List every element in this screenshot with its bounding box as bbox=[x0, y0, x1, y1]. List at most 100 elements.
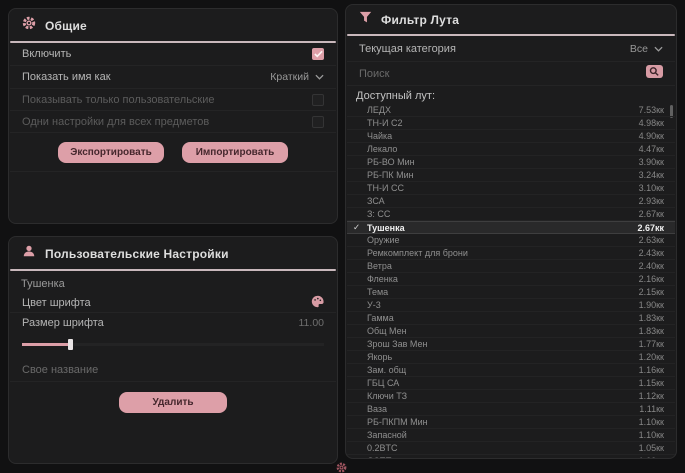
chevron-down-icon bbox=[654, 43, 663, 55]
loot-item-value: 2.63кк bbox=[639, 235, 664, 245]
loot-item-name: 0.2BTC bbox=[367, 443, 398, 453]
general-header: Общие bbox=[9, 9, 337, 41]
loot-item[interactable]: РБ-ВО Мин3.90кк bbox=[347, 156, 675, 169]
loot-item[interactable]: Ремкомплект для брони2.43кк bbox=[347, 247, 675, 260]
category-row: Текущая категория Все bbox=[347, 36, 675, 62]
loot-item-name: ОЗПТ bbox=[367, 456, 391, 459]
loot-item-value: 1.10кк bbox=[639, 417, 664, 427]
show-name-dropdown[interactable]: Краткий bbox=[270, 71, 324, 83]
panel-general: Общие Включить Показать имя как Краткий … bbox=[8, 8, 338, 224]
loot-item[interactable]: Зам. общ1.16кк bbox=[347, 364, 675, 377]
loot-item-name: Зам. общ bbox=[367, 365, 406, 375]
loot-item[interactable]: Общ Мен 1.83кк bbox=[347, 325, 675, 338]
loot-item-name: Якорь bbox=[367, 352, 392, 362]
slider-handle[interactable] bbox=[68, 339, 73, 350]
loot-item-value: 1.77кк bbox=[639, 339, 664, 349]
loot-item-value: 4.98кк bbox=[639, 118, 664, 128]
loot-item[interactable]: Фленка2.16кк bbox=[347, 273, 675, 286]
loot-item[interactable]: Ваза1.11кк bbox=[347, 403, 675, 416]
font-color-row: Цвет шрифта bbox=[10, 294, 336, 313]
font-size-row: Размер шрифта 11.00 bbox=[10, 313, 336, 332]
loot-item[interactable]: Лекало4.47кк bbox=[347, 143, 675, 156]
same-for-all-label: Одни настройки для всех предметов bbox=[22, 116, 209, 128]
loot-item-value: 4.90кк bbox=[639, 131, 664, 141]
loot-item-value: 1.83кк bbox=[639, 326, 664, 336]
loot-item-name: Ключи ТЗ bbox=[367, 391, 407, 401]
only-custom-checkbox[interactable] bbox=[312, 94, 324, 106]
loot-item[interactable]: З: СС 2.67кк bbox=[347, 208, 675, 221]
loot-item-name: З: СС bbox=[367, 209, 390, 219]
setting-row-only-custom: Показывать только пользовательские bbox=[10, 89, 336, 111]
import-button[interactable]: Импортировать bbox=[182, 142, 288, 163]
loot-item[interactable]: ОЗПТ 1.00кк bbox=[347, 455, 675, 459]
loot-item-value: 1.10кк bbox=[639, 430, 664, 440]
loot-item-value: 3.90кк bbox=[639, 157, 664, 167]
search-input[interactable] bbox=[359, 68, 638, 80]
loot-item-name: Запасной bbox=[367, 430, 407, 440]
custom-name-input[interactable] bbox=[22, 364, 324, 376]
only-custom-label: Показывать только пользовательские bbox=[22, 94, 215, 106]
loot-item[interactable]: Ключи ТЗ1.12кк bbox=[347, 390, 675, 403]
loot-item-value: 1.15кк bbox=[639, 378, 664, 388]
loot-item-value: 1.90кк bbox=[639, 300, 664, 310]
setting-row-show-name: Показать имя как Краткий bbox=[10, 66, 336, 89]
loot-item[interactable]: ЗСА2.93кк bbox=[347, 195, 675, 208]
font-size-slider[interactable] bbox=[22, 338, 324, 350]
category-dropdown[interactable]: Все bbox=[630, 43, 663, 55]
loot-item-value: 1.00кк bbox=[639, 456, 664, 459]
font-size-label: Размер шрифта bbox=[22, 317, 104, 329]
palette-icon[interactable] bbox=[311, 295, 324, 311]
loot-item[interactable]: Зрош Зав Мен1.77кк bbox=[347, 338, 675, 351]
loot-item-value: 2.67кк bbox=[639, 209, 664, 219]
resize-flower-icon bbox=[336, 460, 347, 473]
export-button[interactable]: Экспортировать bbox=[58, 142, 164, 163]
loot-item[interactable]: ГБЦ СА 1.15кк bbox=[347, 377, 675, 390]
panel-title: Общие bbox=[45, 19, 87, 33]
loot-item[interactable]: 0.2BTC1.05кк bbox=[347, 442, 675, 455]
delete-row: Удалить bbox=[9, 382, 337, 413]
loot-item[interactable]: Гамма1.83кк bbox=[347, 312, 675, 325]
loot-item[interactable]: Оружие2.63кк bbox=[347, 234, 675, 247]
loot-item[interactable]: Запасной 1.10кк bbox=[347, 429, 675, 442]
loot-item-value: 4.47кк bbox=[639, 144, 664, 154]
custom-header: Пользовательские Настройки bbox=[9, 237, 337, 269]
enable-checkbox[interactable] bbox=[312, 48, 324, 60]
loot-item-name: ТН-И СС bbox=[367, 183, 404, 193]
search-icon[interactable] bbox=[646, 65, 663, 83]
loot-item-name: У-3 bbox=[367, 300, 381, 310]
loot-item[interactable]: ЛЕДХ7.53кк bbox=[347, 104, 675, 117]
loot-item-value: 2.16кк bbox=[639, 274, 664, 284]
loot-item[interactable]: Якорь1.20кк bbox=[347, 351, 675, 364]
slider-fill bbox=[22, 343, 70, 346]
loot-item[interactable]: Тема2.15кк bbox=[347, 286, 675, 299]
delete-button[interactable]: Удалить bbox=[119, 392, 227, 413]
category-label: Текущая категория bbox=[359, 43, 456, 55]
loot-item[interactable]: ТН-И С24.98кк bbox=[347, 117, 675, 130]
loot-item-value: 7.53кк bbox=[639, 105, 664, 115]
loot-item-name: Тушенка bbox=[367, 223, 405, 233]
font-size-value: 11.00 bbox=[299, 317, 325, 329]
loot-item-name: ГБЦ СА bbox=[367, 378, 399, 388]
loot-item[interactable]: Чайка 4.90кк bbox=[347, 130, 675, 143]
panel-title: Пользовательские Настройки bbox=[45, 247, 229, 261]
loot-item-name: Чайка bbox=[367, 131, 392, 141]
same-for-all-checkbox[interactable] bbox=[312, 116, 324, 128]
enable-label: Включить bbox=[22, 48, 71, 60]
chevron-down-icon bbox=[315, 71, 324, 83]
loot-item-name: Ветра bbox=[367, 261, 392, 271]
loot-item-value: 3.24кк bbox=[639, 170, 664, 180]
loot-item[interactable]: У-3 1.90кк bbox=[347, 299, 675, 312]
loot-item-name: Общ Мен bbox=[367, 326, 407, 336]
loot-item[interactable]: ✓Тушенка2.67кк bbox=[347, 221, 675, 234]
loot-item-name: Гамма bbox=[367, 313, 394, 323]
loot-item[interactable]: ТН-И СС3.10кк bbox=[347, 182, 675, 195]
search-row bbox=[347, 62, 675, 86]
loot-item[interactable]: Ветра2.40кк bbox=[347, 260, 675, 273]
loot-item[interactable]: РБ-ПК Мин 3.24кк bbox=[347, 169, 675, 182]
panel-title: Фильтр Лута bbox=[381, 13, 459, 27]
font-color-label: Цвет шрифта bbox=[22, 297, 91, 309]
loot-item[interactable]: РБ-ПКПМ Мин1.10кк bbox=[347, 416, 675, 429]
setting-row-same-for-all: Одни настройки для всех предметов bbox=[10, 111, 336, 133]
loot-item-name: РБ-ПК Мин bbox=[367, 170, 414, 180]
loot-item-value: 2.93кк bbox=[639, 196, 664, 206]
